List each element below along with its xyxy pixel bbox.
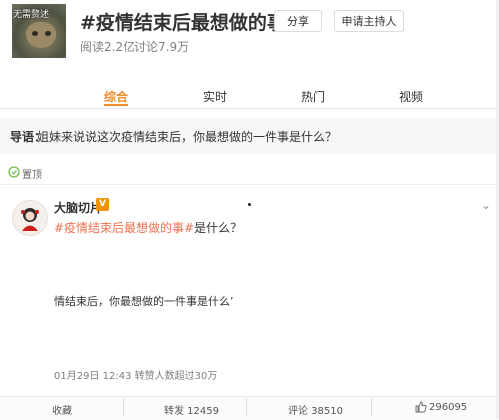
post-text-suffix: 是什么？ (194, 221, 243, 235)
thumbs-up-icon[interactable] (415, 401, 427, 413)
share-button[interactable]: 分享 (274, 10, 322, 32)
read-count: 阅读2.2亿 (80, 40, 136, 54)
discussion-count: 讨论7.9万 (134, 40, 190, 54)
repost-button[interactable]: 转发 12459 (164, 402, 219, 417)
avatar-illustration (21, 208, 39, 231)
tab-comprehensive[interactable]: 综合 (104, 88, 128, 105)
action-divider (123, 398, 124, 416)
post-text: #疫情结束后最想做的事#是什么？ (54, 219, 242, 236)
post-meta: 01月29日 12:43 转赞人数超过30万 (54, 371, 218, 382)
tab-realtime[interactable]: 实时 (203, 88, 227, 105)
tab-video[interactable]: 视频 (399, 88, 423, 105)
topic-title: #疫情结束后最想做的事# (80, 12, 302, 34)
favorite-button[interactable]: 收藏 (52, 402, 72, 417)
active-tab-indicator (104, 104, 128, 106)
tab-bar (0, 80, 499, 109)
topic-cover-image: 无需赘述 (12, 4, 66, 58)
pinned-label: 置顶 (22, 170, 42, 181)
pin-icon (8, 166, 20, 178)
action-divider (371, 398, 372, 416)
verified-badge: V (96, 198, 109, 211)
cursor-dot (248, 203, 251, 206)
tab-hot[interactable]: 热门 (301, 88, 325, 105)
post-hashtag-link[interactable]: #疫情结束后最想做的事# (54, 221, 194, 235)
cat-eye-right (45, 31, 51, 36)
author-avatar[interactable] (12, 200, 48, 236)
cover-overlay-text: 无需赘述 (13, 10, 50, 20)
like-count[interactable]: 296095 (429, 402, 467, 413)
video-caption: 情结束后，你最想做的一件事是什么’ (54, 295, 234, 308)
cat-eye-left (32, 31, 38, 36)
cat-face-shape (26, 22, 56, 48)
guide-text: 姐妹来说说这次疫情结束后，你最想做的一件事是什么？ (37, 130, 338, 144)
pinned-row (0, 162, 499, 185)
author-name[interactable]: 大脑切片 (54, 199, 102, 216)
action-divider (246, 398, 247, 416)
apply-host-button[interactable]: 申请主持人 (334, 10, 404, 32)
comment-button[interactable]: 评论 38510 (288, 402, 343, 417)
chevron-down-icon[interactable]: ⌄ (481, 198, 491, 212)
